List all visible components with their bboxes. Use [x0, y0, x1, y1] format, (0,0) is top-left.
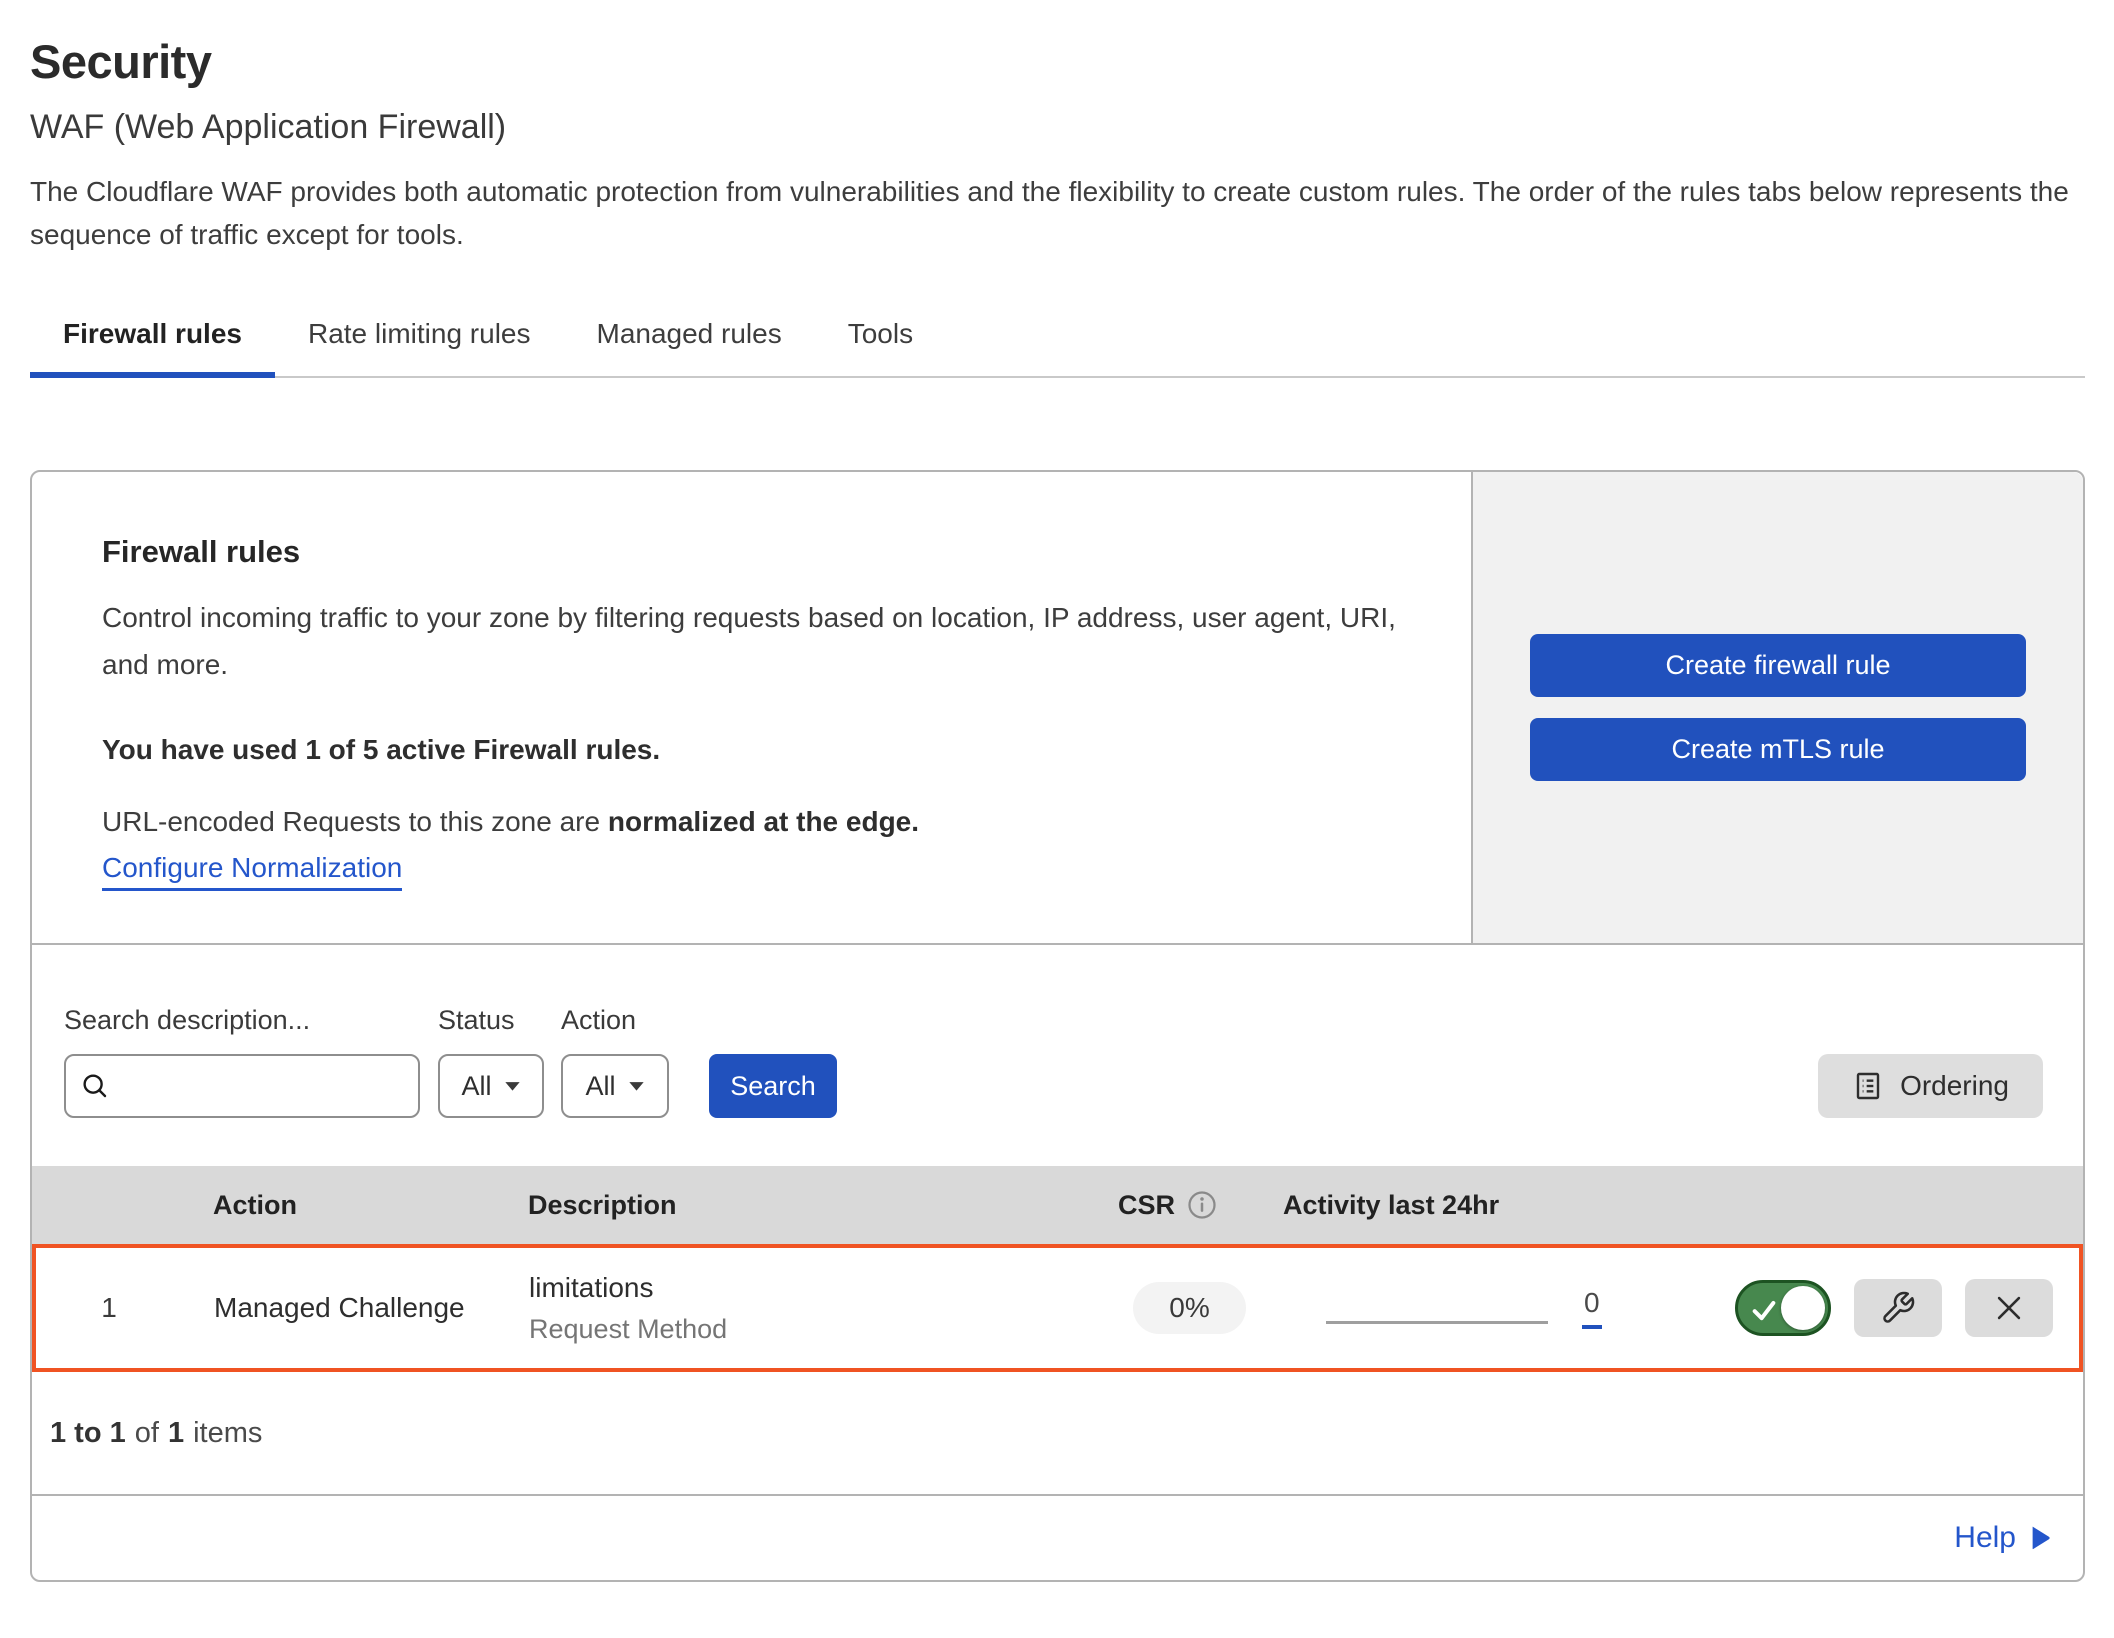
tab-label: Managed rules: [597, 318, 782, 349]
table-header-row: Action Description CSR Activity last 24h…: [32, 1166, 2083, 1244]
toggle-knob: [1781, 1286, 1825, 1330]
rule-controls: [1627, 1279, 2079, 1337]
chevron-down-icon: [628, 1081, 645, 1092]
tab-label: Rate limiting rules: [308, 318, 531, 349]
rule-enabled-toggle[interactable]: [1735, 1280, 1831, 1336]
search-label: Search description...: [64, 1005, 420, 1036]
items-total: 1: [168, 1417, 184, 1450]
wrench-icon: [1880, 1290, 1916, 1326]
tab-label: Tools: [848, 318, 913, 349]
action-label: Action: [561, 1005, 669, 1036]
create-mtls-rule-button[interactable]: Create mTLS rule: [1530, 718, 2026, 781]
filter-bar: Search description... Status All: [32, 945, 2083, 1166]
list-ordering-icon: [1852, 1070, 1884, 1102]
status-selected-value: All: [461, 1071, 491, 1102]
action-buttons-panel: Create firewall rule Create mTLS rule: [1471, 472, 2083, 943]
rule-description: limitations: [529, 1272, 1097, 1304]
search-input[interactable]: [120, 1071, 404, 1102]
csr-badge: 0%: [1133, 1282, 1245, 1334]
status-filter-group: Status All: [420, 1005, 544, 1118]
firewall-rule-row[interactable]: 1 Managed Challenge limitations Request …: [32, 1244, 2083, 1372]
tab-firewall-rules[interactable]: Firewall rules: [30, 308, 275, 376]
chevron-down-icon: [504, 1081, 521, 1092]
items-word: items: [193, 1417, 262, 1450]
firewall-rules-card: Firewall rules Control incoming traffic …: [30, 470, 2085, 1582]
page-subtitle: WAF (Web Application Firewall): [30, 106, 2085, 148]
configure-normalization-link[interactable]: Configure Normalization: [102, 852, 402, 891]
close-icon: [1992, 1291, 2026, 1325]
csr-header-label: CSR: [1118, 1190, 1175, 1221]
help-link[interactable]: Help: [1954, 1521, 2051, 1555]
edit-rule-button[interactable]: [1854, 1279, 1942, 1337]
status-select[interactable]: All: [438, 1054, 544, 1118]
rule-description-cell: limitations Request Method: [517, 1272, 1097, 1345]
rule-action: Managed Challenge: [182, 1292, 517, 1324]
status-label: Status: [438, 1005, 544, 1036]
search-filter-group: Search description...: [64, 1005, 420, 1118]
activity-column-header: Activity last 24hr: [1278, 1190, 1623, 1221]
description-column-header: Description: [513, 1190, 1093, 1221]
tab-tools[interactable]: Tools: [815, 308, 946, 376]
normalization-prefix: URL-encoded Requests to this zone are: [102, 806, 608, 837]
activity-sparkline: [1326, 1321, 1548, 1324]
overview-description: Control incoming traffic to your zone by…: [102, 594, 1412, 688]
search-input-wrapper: [64, 1054, 420, 1118]
action-selected-value: All: [585, 1071, 615, 1102]
table-footer: 1 to 1 of 1 items: [32, 1372, 2083, 1496]
usage-summary: You have used 1 of 5 active Firewall rul…: [102, 734, 1431, 766]
info-icon[interactable]: [1187, 1190, 1217, 1220]
normalization-note: URL-encoded Requests to this zone are no…: [102, 806, 1431, 838]
overview-text-panel: Firewall rules Control incoming traffic …: [32, 472, 1471, 943]
normalization-bold: normalized at the edge.: [608, 806, 919, 837]
delete-rule-button[interactable]: [1965, 1279, 2053, 1337]
activity-count-link[interactable]: 0: [1582, 1287, 1602, 1329]
rule-priority: 1: [36, 1292, 182, 1324]
rule-description-sub: Request Method: [529, 1314, 1097, 1345]
page-title: Security: [30, 34, 2085, 90]
tab-label: Firewall rules: [63, 318, 242, 349]
arrow-right-icon: [2030, 1525, 2051, 1551]
search-button[interactable]: Search: [709, 1054, 837, 1118]
page-description: The Cloudflare WAF provides both automat…: [30, 170, 2080, 256]
security-waf-page: Security WAF (Web Application Firewall) …: [0, 0, 2114, 1582]
rule-activity-cell: 0: [1282, 1287, 1627, 1329]
tab-managed-rules[interactable]: Managed rules: [564, 308, 815, 376]
action-select[interactable]: All: [561, 1054, 669, 1118]
help-link-label: Help: [1954, 1521, 2016, 1555]
items-of: of: [135, 1417, 159, 1450]
ordering-button[interactable]: Ordering: [1818, 1054, 2043, 1118]
action-column-header: Action: [178, 1190, 513, 1221]
items-range: 1 to 1: [50, 1417, 126, 1450]
check-icon: [1750, 1296, 1778, 1324]
firewall-rules-overview: Firewall rules Control incoming traffic …: [32, 472, 2083, 945]
create-firewall-rule-button[interactable]: Create firewall rule: [1530, 634, 2026, 697]
ordering-button-label: Ordering: [1900, 1070, 2009, 1102]
action-filter-group: Action All: [544, 1005, 669, 1118]
overview-heading: Firewall rules: [102, 534, 1431, 570]
rules-tab-bar: Firewall rules Rate limiting rules Manag…: [30, 308, 2085, 378]
tab-rate-limiting-rules[interactable]: Rate limiting rules: [275, 308, 564, 376]
search-icon: [80, 1071, 110, 1101]
rule-csr-cell: 0%: [1097, 1282, 1282, 1334]
help-row: Help: [32, 1496, 2083, 1580]
csr-column-header: CSR: [1093, 1190, 1278, 1221]
